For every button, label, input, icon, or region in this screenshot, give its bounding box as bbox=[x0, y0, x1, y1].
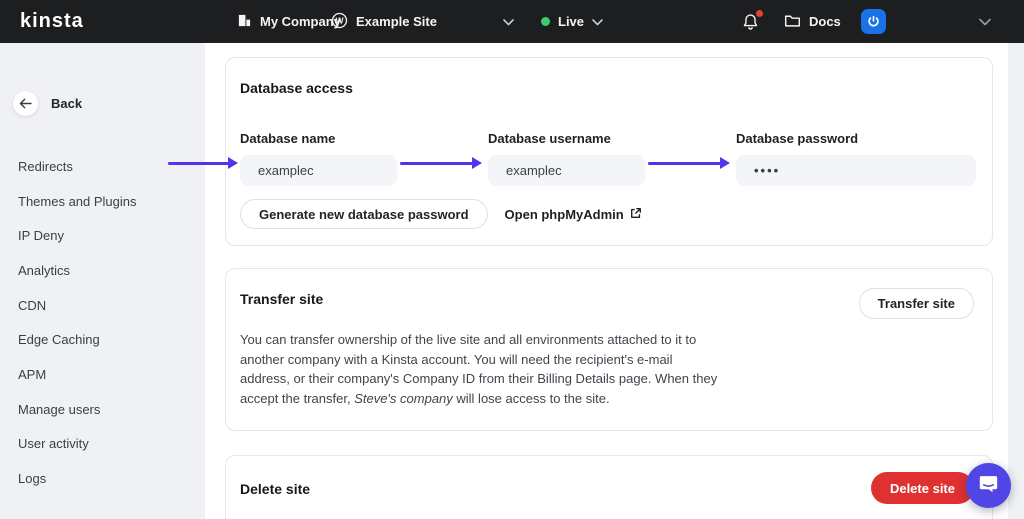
delete-site-title: Delete site bbox=[240, 481, 311, 497]
phpmyadmin-link-label: Open phpMyAdmin bbox=[504, 206, 624, 222]
main-content: Database access Database name examplec D… bbox=[205, 43, 1008, 519]
notifications-button[interactable] bbox=[742, 0, 763, 43]
database-username-field[interactable]: examplec bbox=[488, 155, 645, 186]
database-name-label: Database name bbox=[240, 131, 336, 146]
back-label: Back bbox=[51, 96, 83, 111]
folder-icon bbox=[784, 13, 801, 31]
external-link-icon bbox=[630, 207, 642, 222]
database-username-label: Database username bbox=[488, 131, 611, 146]
sidebar-item-analytics[interactable]: Analytics bbox=[0, 253, 205, 288]
sidebar-item-edge-caching[interactable]: Edge Caching bbox=[0, 322, 205, 357]
database-password-group: Database password •••• bbox=[736, 131, 976, 186]
database-username-group: Database username examplec bbox=[488, 131, 645, 186]
account-dropdown-chevron[interactable] bbox=[979, 0, 991, 43]
site-dropdown-chevron[interactable] bbox=[503, 0, 514, 43]
chevron-down-icon bbox=[979, 14, 991, 29]
sidebar-item-ip-deny[interactable]: IP Deny bbox=[0, 218, 205, 253]
environment-label: Live bbox=[558, 14, 585, 29]
transfer-site-button[interactable]: Transfer site bbox=[858, 288, 974, 319]
bell-icon bbox=[742, 9, 763, 31]
sidebar-item-cdn[interactable]: CDN bbox=[0, 288, 205, 323]
sidebar-item-manage-users[interactable]: Manage users bbox=[0, 392, 205, 427]
notification-dot bbox=[756, 9, 763, 17]
docs-label: Docs bbox=[809, 14, 841, 29]
topbar: Kinsta My Company W Example Site Live bbox=[0, 0, 1024, 43]
environment-selector[interactable]: Live bbox=[541, 0, 603, 43]
generate-password-button[interactable]: Generate new database password bbox=[240, 199, 488, 229]
back-button[interactable]: Back bbox=[13, 91, 82, 116]
sidebar-item-logs[interactable]: Logs bbox=[0, 461, 205, 496]
open-phpmyadmin-link[interactable]: Open phpMyAdmin bbox=[505, 207, 642, 222]
sidebar-nav: Redirects Themes and Plugins IP Deny Ana… bbox=[0, 149, 205, 496]
database-password-field[interactable]: •••• bbox=[736, 155, 976, 186]
delete-site-button[interactable]: Delete site bbox=[870, 472, 974, 504]
sidebar-item-themes-and-plugins[interactable]: Themes and Plugins bbox=[0, 184, 205, 219]
sidebar-item-user-activity[interactable]: User activity bbox=[0, 427, 205, 462]
transfer-description-company-name: Steve's company bbox=[354, 390, 453, 406]
wordpress-icon: W bbox=[331, 12, 348, 32]
transfer-description-part2: will lose access to the site. bbox=[452, 390, 610, 406]
site-selector-label: Example Site bbox=[356, 14, 437, 29]
live-status-dot bbox=[541, 17, 550, 26]
company-selector[interactable]: My Company bbox=[237, 0, 341, 43]
sidebar-item-redirects[interactable]: Redirects bbox=[0, 149, 205, 184]
arrow-left-icon bbox=[13, 91, 38, 116]
database-access-card: Database access Database name examplec D… bbox=[225, 57, 993, 246]
chat-bubble-icon bbox=[978, 474, 999, 497]
building-icon bbox=[237, 13, 252, 31]
svg-text:W: W bbox=[335, 15, 344, 25]
docs-button[interactable]: Docs bbox=[784, 0, 841, 43]
power-icon bbox=[861, 9, 886, 34]
chat-widget-button[interactable] bbox=[966, 463, 1011, 508]
database-actions-row: Generate new database password Open phpM… bbox=[240, 199, 642, 229]
company-selector-label: My Company bbox=[260, 14, 341, 29]
database-name-group: Database name examplec bbox=[240, 131, 397, 186]
transfer-site-title: Transfer site bbox=[240, 291, 324, 307]
site-selector[interactable]: W Example Site bbox=[331, 0, 437, 43]
sidebar-item-apm[interactable]: APM bbox=[0, 357, 205, 392]
kinsta-logo[interactable]: Kinsta bbox=[20, 0, 84, 43]
transfer-site-description: You can transfer ownership of the live s… bbox=[240, 330, 722, 408]
database-password-label: Database password bbox=[736, 131, 859, 146]
database-access-title: Database access bbox=[240, 80, 353, 96]
account-menu-button[interactable] bbox=[861, 0, 886, 43]
sidebar: Back Redirects Themes and Plugins IP Den… bbox=[0, 43, 205, 519]
delete-site-card: Delete site Delete site bbox=[225, 455, 993, 519]
chevron-down-icon bbox=[503, 14, 514, 29]
transfer-site-card: Transfer site Transfer site You can tran… bbox=[225, 268, 993, 431]
chevron-down-icon bbox=[592, 14, 603, 29]
database-name-field[interactable]: examplec bbox=[240, 155, 397, 186]
